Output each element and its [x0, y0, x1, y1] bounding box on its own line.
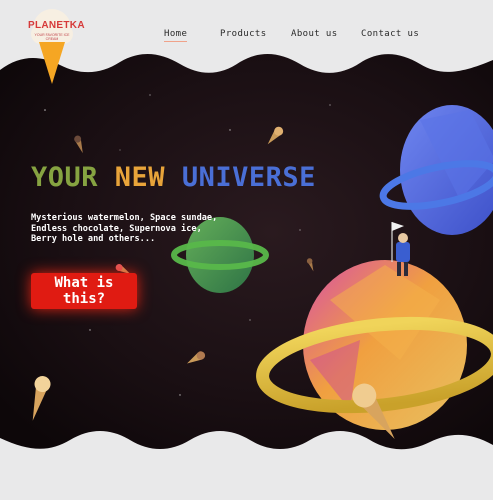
landing-page: PLANETKA YOUR FAVORITE ICE CREAM Home Pr… [0, 0, 493, 500]
nav-home[interactable]: Home [164, 29, 188, 42]
hero-description-line-3: Berry hole and others... [31, 234, 156, 244]
header: PLANETKA YOUR FAVORITE ICE CREAM Home Pr… [0, 0, 493, 84]
what-is-this-button[interactable]: What is this? [31, 273, 137, 309]
hero-title-word-1: YOUR [31, 162, 99, 193]
logo-cone-icon[interactable] [27, 6, 77, 86]
hero-description-line-1: Mysterious watermelon, Space sundae, [31, 213, 218, 223]
hero-description-line-2: Endless chocolate, Supernova ice, [31, 223, 202, 234]
hero-description: Mysterious watermelon, Space sundae, End… [31, 213, 241, 245]
brand-tagline: YOUR FAVORITE ICE CREAM [34, 33, 70, 41]
brand-name: PLANETKA [28, 20, 85, 31]
nav-about-us[interactable]: About us [291, 29, 338, 39]
hero-title-word-3: UNIVERSE [181, 162, 316, 193]
hero-title-word-2: NEW [114, 162, 166, 193]
nav-contact-us[interactable]: Contact us [361, 29, 419, 39]
nav-products[interactable]: Products [220, 29, 267, 39]
hero-title: YOUR NEW UNIVERSE [31, 162, 316, 193]
